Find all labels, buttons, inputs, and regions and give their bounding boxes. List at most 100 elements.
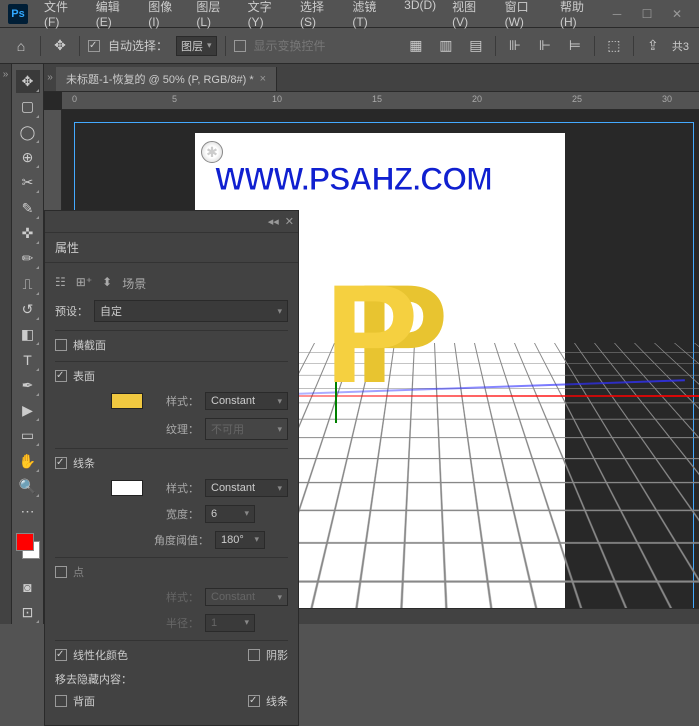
tools-panel: ✥ ▢ ◯ ⊕ ✂ ✎ ✜ ✏ ⎍ ↺ ◧ T ✒ ▶ ▭ ✋ 🔍 ⋯ ◙ ⊡ <box>12 64 44 624</box>
ruler-horizontal[interactable]: 0 5 10 15 20 25 30 <box>62 92 699 110</box>
close-button[interactable]: ✕ <box>663 4 691 24</box>
left-dock: » <box>0 64 12 624</box>
panel-close-icon[interactable]: ✕ <box>285 215 294 228</box>
menu-bar: 文件(F) 编辑(E) 图像(I) 图层(L) 文字(Y) 选择(S) 滤镜(T… <box>38 0 603 31</box>
panel-tab-properties[interactable]: 属性 <box>45 233 298 263</box>
align-icon-2[interactable]: ▥ <box>435 35 457 57</box>
tab-title: 未标题-1-恢复的 @ 50% (P, RGB/8#) * <box>66 71 254 87</box>
move-tool-icon[interactable]: ✥ <box>49 35 71 57</box>
frame-count: 共3 <box>672 38 689 54</box>
marquee-tool[interactable]: ▢ <box>16 95 40 118</box>
tab-pin-icon[interactable]: » <box>44 64 56 91</box>
edit-toolbar[interactable]: ⋯ <box>16 500 40 523</box>
lines-label: 线条 <box>73 455 95 471</box>
eyedropper-tool[interactable]: ✎ <box>16 196 40 219</box>
lasso-tool[interactable]: ◯ <box>16 121 40 144</box>
align-icon-5[interactable]: ⊩ <box>534 35 556 57</box>
hand-tool[interactable]: ✋ <box>16 449 40 472</box>
align-icon-3[interactable]: ▤ <box>465 35 487 57</box>
lines2-checkbox[interactable] <box>248 695 260 707</box>
shadow-checkbox[interactable] <box>248 649 260 661</box>
lines-color-chip[interactable] <box>111 480 143 496</box>
preset-select[interactable]: 自定 <box>94 300 288 322</box>
points-style-select: Constant <box>205 588 288 606</box>
properties-panel: ◂◂ ✕ 属性 ☷ ⊞⁺ ⬍ 场景 预设： 自定 横截面 表面 样式：Const… <box>44 210 299 726</box>
foreground-color[interactable] <box>16 533 34 551</box>
healing-tool[interactable]: ✜ <box>16 222 40 245</box>
crop-tool[interactable]: ✂ <box>16 171 40 194</box>
watermark-text: WWW.PSAHZ.COM <box>215 161 492 198</box>
points-checkbox[interactable] <box>55 566 67 578</box>
menu-select[interactable]: 选择(S) <box>294 0 342 31</box>
brush-tool[interactable]: ✏ <box>16 247 40 270</box>
backface-label: 背面 <box>73 693 95 709</box>
shadow-label: 阴影 <box>266 647 288 663</box>
menu-image[interactable]: 图像(I) <box>142 0 186 31</box>
menu-filter[interactable]: 滤镜(T) <box>346 0 394 31</box>
cap-icon[interactable]: ⬍ <box>102 275 112 292</box>
screenmode-tool[interactable]: ⊡ <box>16 601 40 624</box>
zoom-tool[interactable]: 🔍 <box>16 475 40 498</box>
auto-select-target[interactable]: 图层 <box>176 36 217 56</box>
surface-checkbox[interactable] <box>55 370 67 382</box>
color-swatches[interactable] <box>16 533 40 559</box>
show-transform-checkbox[interactable] <box>234 40 246 52</box>
shape-tool[interactable]: ▭ <box>16 424 40 447</box>
backface-checkbox[interactable] <box>55 695 67 707</box>
remove-hidden-label: 移去隐藏内容： <box>55 671 288 687</box>
lines2-label: 线条 <box>266 693 288 709</box>
history-brush-tool[interactable]: ↺ <box>16 298 40 321</box>
surface-color-chip[interactable] <box>111 393 143 409</box>
maximize-button[interactable]: ☐ <box>633 4 661 24</box>
3d-text-object[interactable]: P <box>325 253 418 415</box>
menu-file[interactable]: 文件(F) <box>38 0 86 31</box>
lines-checkbox[interactable] <box>55 457 67 469</box>
expand-dock-icon[interactable]: » <box>3 69 9 80</box>
align-icon-6[interactable]: ⊨ <box>564 35 586 57</box>
show-transform-label: 显示变换控件 <box>254 37 326 54</box>
surface-style-select[interactable]: Constant <box>205 392 288 410</box>
menu-type[interactable]: 文字(Y) <box>242 0 290 31</box>
eraser-tool[interactable]: ◧ <box>16 323 40 346</box>
home-icon[interactable]: ⌂ <box>10 35 32 57</box>
move-tool[interactable]: ✥ <box>16 70 40 93</box>
lines-style-select[interactable]: Constant <box>205 479 288 497</box>
menu-window[interactable]: 窗口(W) <box>499 0 550 31</box>
texture-select: 不可用 <box>205 418 288 440</box>
menu-3d[interactable]: 3D(D) <box>398 0 442 31</box>
scene-label: 场景 <box>122 275 146 292</box>
document-tab[interactable]: 未标题-1-恢复的 @ 50% (P, RGB/8#) * × <box>56 67 277 91</box>
auto-select-checkbox[interactable] <box>88 40 100 52</box>
points-label: 点 <box>73 564 84 580</box>
points-radius-input: 1 <box>205 614 255 632</box>
path-select-tool[interactable]: ▶ <box>16 399 40 422</box>
cross-section-checkbox[interactable] <box>55 339 67 351</box>
cross-section-label: 横截面 <box>73 337 106 353</box>
quickmask-tool[interactable]: ◙ <box>16 575 40 598</box>
angle-threshold-input[interactable]: 180° <box>215 531 265 549</box>
align-icon-1[interactable]: ▦ <box>405 35 427 57</box>
panel-collapse-icon[interactable]: ◂◂ <box>268 215 279 228</box>
menu-edit[interactable]: 编辑(E) <box>90 0 138 31</box>
minimize-button[interactable]: ─ <box>603 4 631 24</box>
stamp-tool[interactable]: ⎍ <box>16 272 40 295</box>
3d-cursor-icon: ✱ <box>201 141 223 163</box>
menu-layer[interactable]: 图层(L) <box>190 0 237 31</box>
preset-label: 预设： <box>55 303 88 319</box>
tab-close-icon[interactable]: × <box>260 73 266 85</box>
linearize-checkbox[interactable] <box>55 649 67 661</box>
app-logo: Ps <box>8 4 28 24</box>
pen-tool[interactable]: ✒ <box>16 374 40 397</box>
lines-width-input[interactable]: 6 <box>205 505 255 523</box>
deform-icon[interactable]: ⊞⁺ <box>76 275 92 292</box>
linearize-label: 线性化颜色 <box>73 647 128 663</box>
menu-help[interactable]: 帮助(H) <box>554 0 603 31</box>
menu-view[interactable]: 视图(V) <box>446 0 494 31</box>
surface-label: 表面 <box>73 368 95 384</box>
mesh-icon[interactable]: ☷ <box>55 275 66 292</box>
type-tool[interactable]: T <box>16 348 40 371</box>
3d-mode-icon[interactable]: ⬚ <box>603 35 625 57</box>
align-icon-4[interactable]: ⊪ <box>504 35 526 57</box>
quick-select-tool[interactable]: ⊕ <box>16 146 40 169</box>
share-icon[interactable]: ⇪ <box>642 35 664 57</box>
